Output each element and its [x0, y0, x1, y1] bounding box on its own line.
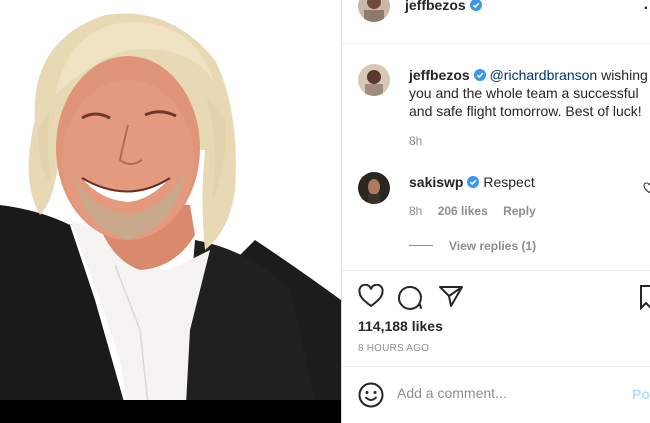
action-bar — [342, 270, 650, 271]
verified-badge-icon — [473, 69, 486, 81]
avatar[interactable] — [358, 172, 390, 204]
mention-link[interactable]: @richardbranson — [490, 67, 598, 83]
verified-badge-icon — [467, 176, 480, 188]
comment-text: Respect — [483, 174, 535, 190]
post-button[interactable]: Po — [632, 386, 650, 402]
comment-age[interactable]: 8h — [409, 134, 422, 148]
post-sidebar: jeffbezos · jeffbezos @richardbranson wi… — [341, 0, 650, 423]
post-header: jeffbezos · — [342, 0, 650, 44]
comment-text: you and the whole team a successful — [409, 85, 639, 101]
comment-meta: 8h 206 likes Reply — [409, 204, 536, 218]
comment-heart-icon[interactable] — [643, 182, 650, 194]
view-replies[interactable]: View replies (1) — [409, 237, 536, 255]
portrait-image — [0, 13, 341, 423]
comment-body: sakiswp Respect — [409, 173, 535, 191]
view-replies-label[interactable]: View replies (1) — [449, 239, 536, 253]
more-options-icon[interactable]: · — [644, 0, 649, 18]
add-comment-bar: Po — [342, 366, 650, 423]
share-icon[interactable] — [438, 284, 464, 308]
comment-text: and safe flight tomorrow. Best of luck! — [409, 103, 642, 119]
emoji-icon[interactable] — [358, 382, 384, 408]
comment-icon[interactable] — [398, 284, 424, 310]
post-timestamp[interactable]: 8 HOURS AGO — [358, 343, 429, 354]
comment-input[interactable] — [397, 385, 617, 401]
avatar[interactable] — [358, 64, 390, 96]
post-photo[interactable] — [0, 0, 341, 423]
heart-icon[interactable] — [358, 284, 384, 308]
avatar[interactable] — [358, 0, 390, 22]
comment-username[interactable]: sakiswp — [409, 174, 463, 190]
verified-badge-icon — [469, 0, 482, 11]
likes-count[interactable]: 114,188 likes — [358, 318, 443, 334]
bookmark-icon[interactable] — [639, 284, 650, 310]
comment-likes[interactable]: 206 likes — [438, 204, 488, 218]
replies-divider — [409, 245, 433, 246]
comment-text: wishing — [601, 67, 648, 83]
comment-username[interactable]: jeffbezos — [409, 67, 470, 83]
comment-age[interactable]: 8h — [409, 204, 422, 218]
comment-body: jeffbezos @richardbranson wishing you an… — [409, 66, 650, 120]
reply-button[interactable]: Reply — [503, 204, 536, 218]
header-username[interactable]: jeffbezos — [405, 0, 466, 13]
